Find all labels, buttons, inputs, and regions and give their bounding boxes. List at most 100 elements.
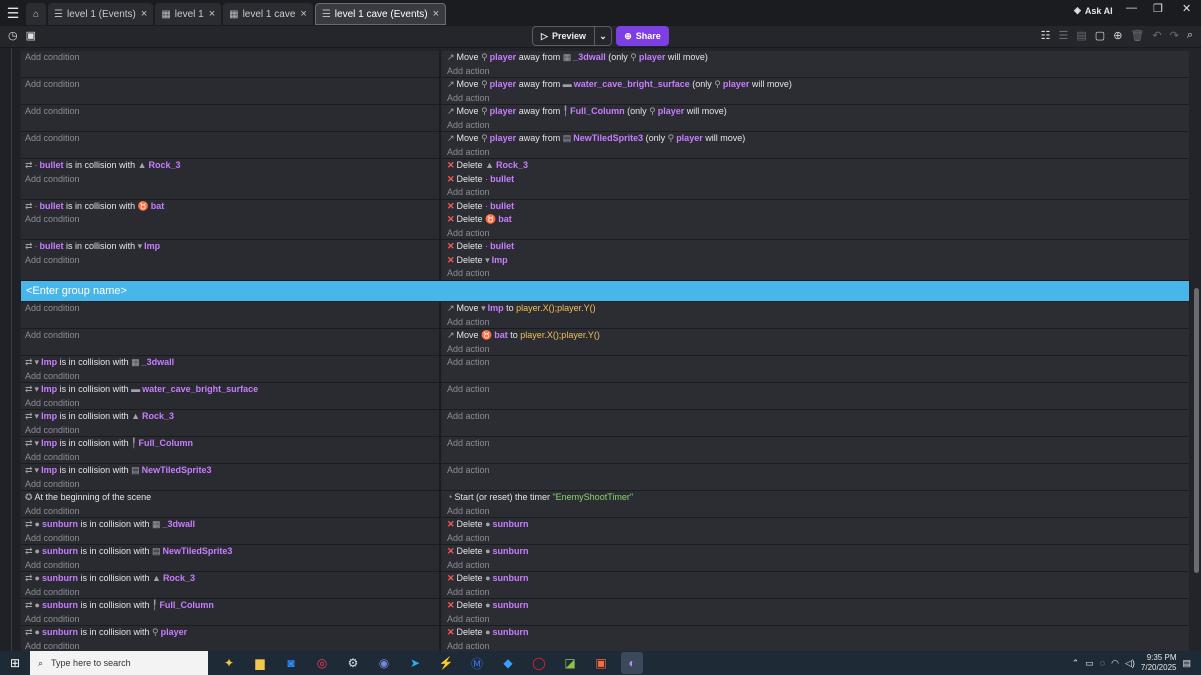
- battery-icon[interactable]: ▭: [1085, 658, 1094, 669]
- actions-column[interactable]: ✕ Delete ● sunburn Add action: [443, 572, 1189, 598]
- group-header[interactable]: <Enter group name>: [21, 281, 1189, 301]
- file-explorer-icon[interactable]: ▆: [249, 652, 271, 674]
- add-action-button[interactable]: Add action: [443, 410, 1189, 424]
- event-row[interactable]: Add condition ↗ Move ▾ Imp to player.X();pl…: [21, 302, 1189, 329]
- actions-column[interactable]: ↗ Move ⚲ player away from ▦ _3dwall (only ⚲…: [443, 51, 1189, 77]
- volume-icon[interactable]: ◁): [1125, 658, 1135, 669]
- actions-column[interactable]: ✕ Delete · bullet ✕ Delete ▾ Imp Add action: [443, 240, 1189, 280]
- add-condition-button[interactable]: Add condition: [21, 51, 439, 65]
- add-action-button[interactable]: Add action: [443, 186, 1189, 200]
- delete-icon[interactable]: 🗑: [1130, 29, 1144, 42]
- conditions-column[interactable]: Add condition: [21, 105, 441, 131]
- preview-button[interactable]: ▷ Preview ⌄: [532, 26, 612, 46]
- conditions-column[interactable]: Add condition: [21, 302, 441, 328]
- add-condition-button[interactable]: Add condition: [21, 478, 439, 492]
- copilot-icon[interactable]: ✦: [218, 652, 240, 674]
- add-action-button[interactable]: Add action: [443, 532, 1189, 546]
- share-button[interactable]: ⊕ Share: [616, 26, 669, 46]
- close-tab-icon[interactable]: ×: [141, 8, 147, 20]
- actions-column[interactable]: ✕ Delete · bullet ✕ Delete ♉ bat Add action: [443, 199, 1189, 241]
- add-condition-button[interactable]: Add condition: [21, 302, 439, 316]
- conditions-column[interactable]: ⇄ ▾ Imp is in collision with ▬ water_cave_b…: [21, 383, 441, 409]
- close-tab-icon[interactable]: ×: [433, 8, 439, 20]
- notifications-icon[interactable]: ▤: [1182, 658, 1191, 669]
- opera-icon[interactable]: ◯: [528, 652, 550, 674]
- event-row[interactable]: ⇄ ● sunburn is in collision with ╿ Full_Col…: [21, 599, 1189, 626]
- event-row[interactable]: ⇄ ▾ Imp is in collision with ▦ _3dwall Add c…: [21, 356, 1189, 383]
- menu-icon[interactable]: ☰: [0, 0, 26, 26]
- opera-gx-icon[interactable]: ◎: [311, 652, 333, 674]
- actions-column[interactable]: ↗ Move ▾ Imp to player.X();player.Y() Add a…: [443, 302, 1189, 328]
- add-condition-button[interactable]: Add condition: [21, 254, 439, 268]
- save-icon[interactable]: ▣: [26, 29, 36, 42]
- add-condition-button[interactable]: Add condition: [21, 640, 439, 652]
- actions-column[interactable]: ↗ Move ⚲ player away from ▤ NewTiledSprite3…: [443, 132, 1189, 158]
- undo-icon[interactable]: ↶: [1152, 29, 1161, 42]
- discord-icon[interactable]: ◉: [373, 652, 395, 674]
- add-condition-button[interactable]: Add condition: [21, 397, 439, 411]
- event-row[interactable]: ⇄ ● sunburn is in collision with ▦ _3dwall A…: [21, 518, 1189, 545]
- conditions-column[interactable]: ⇄ · bullet is in collision with ▲ Rock_3 Add…: [21, 159, 441, 199]
- tab-0[interactable]: ☰ level 1 (Events) ×: [48, 3, 154, 25]
- add-action-button[interactable]: Add action: [443, 559, 1189, 573]
- ask-ai-button[interactable]: ◈ Ask AI: [1074, 5, 1113, 16]
- add-action-button[interactable]: Add action: [443, 65, 1189, 79]
- actions-column[interactable]: ✕ Delete ● sunburn Add action: [443, 518, 1189, 544]
- actions-column[interactable]: ↗ Move ♉ bat to player.X();player.Y() Add a…: [443, 329, 1189, 355]
- actions-column[interactable]: ✕ Delete ● sunburn Add action: [443, 545, 1189, 571]
- actions-column[interactable]: Add action: [443, 464, 1189, 490]
- add-condition-button[interactable]: Add condition: [21, 424, 439, 438]
- conditions-column[interactable]: ⇄ ▾ Imp is in collision with ▤ NewTiledSpri…: [21, 464, 441, 490]
- event-row[interactable]: ⇄ · bullet is in collision with ▲ Rock_3 Add…: [21, 159, 1189, 200]
- bolt-app-icon[interactable]: ⚡: [435, 652, 457, 674]
- event-row[interactable]: ⇄ ▾ Imp is in collision with ▤ NewTiledSpri…: [21, 464, 1189, 491]
- windows-start-icon[interactable]: ⊞: [0, 656, 30, 670]
- chevron-down-icon[interactable]: ⌄: [595, 31, 611, 42]
- add-action-button[interactable]: Add action: [443, 613, 1189, 627]
- outlook-icon[interactable]: ◙: [280, 652, 302, 674]
- close-window-icon[interactable]: ✕: [1182, 2, 1191, 15]
- add-action-button[interactable]: Add action: [443, 505, 1189, 519]
- chevron-up-icon[interactable]: ⌃: [1072, 658, 1080, 669]
- conditions-column[interactable]: ⇄ ▾ Imp is in collision with ▦ _3dwall Add c…: [21, 356, 441, 382]
- conditions-column[interactable]: ⇄ ● sunburn is in collision with ╿ Full_Col…: [21, 599, 441, 625]
- conditions-column[interactable]: ⇄ · bullet is in collision with ▾ Imp Add co…: [21, 240, 441, 280]
- add-action-button[interactable]: Add action: [443, 464, 1189, 478]
- add-action-button[interactable]: Add action: [443, 119, 1189, 133]
- roblox-icon[interactable]: ▣: [590, 652, 612, 674]
- add-event-icon[interactable]: ☷: [1041, 29, 1051, 42]
- add-condition-button[interactable]: Add condition: [21, 132, 439, 146]
- conditions-column[interactable]: Add condition: [21, 132, 441, 158]
- network-icon[interactable]: ◌: [1100, 658, 1105, 668]
- minecraft-icon[interactable]: ◪: [559, 652, 581, 674]
- add-action-button[interactable]: Add action: [443, 227, 1189, 241]
- event-row[interactable]: Add condition ↗ Move ♉ bat to player.X();pl…: [21, 329, 1189, 356]
- event-row[interactable]: ⇄ ● sunburn is in collision with ⚲ player Ad…: [21, 626, 1189, 651]
- actions-column[interactable]: ◔ Start (or reset) the timer "EnemyShootT…: [443, 491, 1189, 517]
- debug-icon[interactable]: ◷: [8, 29, 18, 42]
- add-action-button[interactable]: Add action: [443, 146, 1189, 160]
- add-condition-button[interactable]: Add condition: [21, 213, 439, 227]
- actions-column[interactable]: Add action: [443, 356, 1189, 382]
- tab-3[interactable]: ☰ level 1 cave (Events) ×: [314, 3, 447, 25]
- conditions-column[interactable]: Add condition: [21, 329, 441, 355]
- add-condition-button[interactable]: Add condition: [21, 370, 439, 384]
- add-condition-button[interactable]: Add condition: [21, 451, 439, 465]
- conditions-column[interactable]: ⇄ ▾ Imp is in collision with ╿ Full_Column A…: [21, 437, 441, 463]
- vscode-icon[interactable]: ◆: [497, 652, 519, 674]
- add-condition-button[interactable]: Add condition: [21, 173, 439, 187]
- clock[interactable]: 9:35 PM 7/20/2025: [1141, 653, 1177, 673]
- add-action-button[interactable]: Add action: [443, 316, 1189, 330]
- redo-icon[interactable]: ↷: [1170, 29, 1179, 42]
- event-row[interactable]: ⇄ ▾ Imp is in collision with ▲ Rock_3 Add co…: [21, 410, 1189, 437]
- event-row[interactable]: ⇄ ▾ Imp is in collision with ▬ water_cave_b…: [21, 383, 1189, 410]
- comment-icon[interactable]: ▢: [1095, 29, 1105, 42]
- add-action-button[interactable]: Add action: [443, 343, 1189, 357]
- event-row[interactable]: ⇄ ● sunburn is in collision with ▤ NewTiled…: [21, 545, 1189, 572]
- actions-column[interactable]: ✕ Delete ● sunburn Add action: [443, 626, 1189, 651]
- event-row[interactable]: ⇄ ▾ Imp is in collision with ╿ Full_Column A…: [21, 437, 1189, 464]
- add-action-button[interactable]: Add action: [443, 383, 1189, 397]
- add-condition-button[interactable]: Add condition: [21, 105, 439, 119]
- add-condition-button[interactable]: Add condition: [21, 559, 439, 573]
- event-row[interactable]: ⇄ · bullet is in collision with ♉ bat Add co…: [21, 199, 1189, 241]
